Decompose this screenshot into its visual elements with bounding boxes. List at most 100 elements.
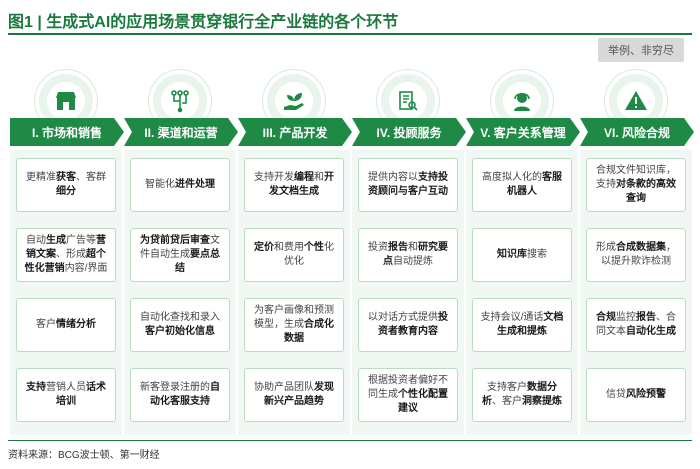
highlight-text: 合规 — [596, 312, 616, 323]
stage-header: III. 产品开发 — [238, 118, 352, 146]
plain-text: 以对话方式提供 — [368, 312, 438, 323]
use-case-text: 合规监控报告、合同文本自动化生成 — [592, 311, 680, 339]
use-case-card: 根据投资者偏好不同生成个性化配置建议 — [358, 368, 458, 422]
plain-text: 协助产品团队 — [254, 382, 314, 393]
plain-text: 客户 — [36, 319, 56, 330]
plain-text: 投资 — [368, 242, 388, 253]
highlight-text: 对条款的高效查询 — [616, 179, 676, 204]
use-case-text: 智能化进件处理 — [145, 178, 215, 192]
use-case-card: 支持会议/通话文档生成和提炼 — [472, 298, 572, 352]
plain-text: 支持会议/通话 — [480, 312, 544, 323]
headset-icon — [503, 82, 541, 120]
stage-header: I. 市场和销售 — [10, 118, 124, 146]
plant-hand-icon — [275, 82, 313, 120]
use-case-text: 支持营销人员话术培训 — [22, 381, 110, 409]
plain-text: 、客户 — [492, 396, 522, 407]
highlight-text: 生成 — [46, 235, 66, 246]
plain-text: 自动化查找和录入 — [140, 312, 220, 323]
stage-header: IV. 投顾服务 — [352, 118, 466, 146]
highlight-text: 报告 — [636, 312, 656, 323]
stage-header: VI. 风险合规 — [580, 118, 694, 146]
use-case-text: 知识库搜索 — [497, 248, 547, 262]
highlight-text: 自动化生成 — [626, 326, 676, 337]
use-case-text: 信贷风险预警 — [606, 388, 666, 402]
plain-text: 提供内容以 — [368, 172, 418, 183]
highlight-text: 支持 — [26, 382, 46, 393]
use-case-card: 新客登录注册的自动化客服支持 — [130, 368, 230, 422]
use-case-text: 支持开发编程和开发文档生成 — [250, 171, 338, 199]
use-case-text: 支持会议/通话文档生成和提炼 — [478, 311, 566, 339]
use-case-card: 协助产品团队发现新兴产品趋势 — [244, 368, 344, 422]
plain-text: 支持客户 — [487, 382, 527, 393]
use-case-card: 支持营销人员话术培训 — [16, 368, 116, 422]
warning-icon — [617, 82, 655, 120]
plain-text: 形成 — [596, 242, 616, 253]
use-case-card: 定价和费用个性化优化 — [244, 228, 344, 282]
plain-text: 搜索 — [527, 249, 547, 260]
store-icon — [47, 82, 85, 120]
page-title: 图1 | 生成式AI的应用场景贯穿银行全产业链的各个环节 — [8, 14, 399, 31]
use-case-text: 为客户画像和预测模型，生成合成化数据 — [250, 304, 338, 346]
highlight-text: 合成数据集 — [616, 242, 666, 253]
use-case-card: 支持客户数据分析、客户洞察提炼 — [472, 368, 572, 422]
use-case-text: 协助产品团队发现新兴产品趋势 — [250, 381, 338, 409]
use-case-text: 为贷前贷后审查文件自动生成要点总结 — [136, 234, 224, 276]
plain-text: 营销人员 — [46, 382, 86, 393]
use-case-card: 提供内容以支持投资顾问与客户互动 — [358, 158, 458, 212]
highlight-text: 风险预警 — [626, 389, 666, 400]
highlight-text: 报告 — [388, 242, 408, 253]
highlight-text: 为 — [140, 235, 150, 246]
highlight-text: 进件处理 — [175, 179, 215, 190]
plain-text: 广告等 — [66, 235, 96, 246]
plain-text: 自动 — [26, 235, 46, 246]
use-case-card: 高度拟人化的客服机器人 — [472, 158, 572, 212]
highlight-text: 情绪分析 — [56, 319, 96, 330]
use-case-text: 自动化查找和录入客户初始化信息 — [136, 311, 224, 339]
stage-header: II. 渠道和运营 — [124, 118, 238, 146]
plain-text: 内容/界面 — [64, 263, 108, 274]
bottom-divider — [8, 440, 692, 441]
plain-text: 监控 — [616, 312, 636, 323]
use-case-card: 信贷风险预警 — [586, 368, 686, 422]
highlight-text: 个性化配置建议 — [398, 389, 448, 414]
highlight-text: 定价 — [254, 242, 274, 253]
plain-text: 高度拟人化的 — [482, 172, 542, 183]
examples-badge: 举例、非穷尽 — [598, 38, 684, 62]
use-case-card: 形成合成数据集，以提升欺诈检测 — [586, 228, 686, 282]
plain-text: 智能化 — [145, 179, 175, 190]
title-divider — [8, 33, 692, 35]
use-case-card: 智能化进件处理 — [130, 158, 230, 212]
use-case-text: 形成合成数据集，以提升欺诈检测 — [592, 241, 680, 269]
highlight-text: 细分 — [56, 186, 76, 197]
use-case-card: 以对话方式提供投资者教育内容 — [358, 298, 458, 352]
use-case-text: 合规文件知识库，支持对条款的高效查询 — [592, 164, 680, 206]
use-case-card: 客户情绪分析 — [16, 298, 116, 352]
plain-text: 和 — [408, 242, 418, 253]
plain-text: 、形成 — [56, 249, 86, 260]
use-case-text: 支持客户数据分析、客户洞察提炼 — [478, 381, 566, 409]
plain-text: 、客群 — [76, 172, 106, 183]
highlight-text: 获客 — [56, 172, 76, 183]
use-case-card: 合规监控报告、合同文本自动化生成 — [586, 298, 686, 352]
source-note: 资料来源：BCG波士顿、第一财经 — [8, 450, 160, 461]
plain-text: 新客登录注册的 — [140, 382, 210, 393]
use-case-card: 为客户画像和预测模型，生成合成化数据 — [244, 298, 344, 352]
plain-text: 更精准 — [26, 172, 56, 183]
use-case-card: 为贷前贷后审查文件自动生成要点总结 — [130, 228, 230, 282]
use-case-text: 新客登录注册的自动化客服支持 — [136, 381, 224, 409]
circuit-icon — [161, 82, 199, 120]
use-case-card: 自动化查找和录入客户初始化信息 — [130, 298, 230, 352]
plain-text: 信贷 — [606, 389, 626, 400]
use-case-card: 知识库搜索 — [472, 228, 572, 282]
use-case-card: 支持开发编程和开发文档生成 — [244, 158, 344, 212]
use-case-text: 高度拟人化的客服机器人 — [478, 171, 566, 199]
use-case-text: 自动生成广告等营销文案、形成超个性化营销内容/界面 — [22, 234, 110, 276]
stage-header: V. 客户关系管理 — [466, 118, 580, 146]
use-case-card: 自动生成广告等营销文案、形成超个性化营销内容/界面 — [16, 228, 116, 282]
highlight-text: 知识库 — [497, 249, 527, 260]
use-case-text: 投资报告和研究要点自动提炼 — [364, 241, 452, 269]
plain-text: 支持开发 — [254, 172, 294, 183]
highlight-text: 洞察提炼 — [522, 396, 562, 407]
use-case-text: 客户情绪分析 — [36, 318, 96, 332]
document-search-icon — [389, 82, 427, 120]
